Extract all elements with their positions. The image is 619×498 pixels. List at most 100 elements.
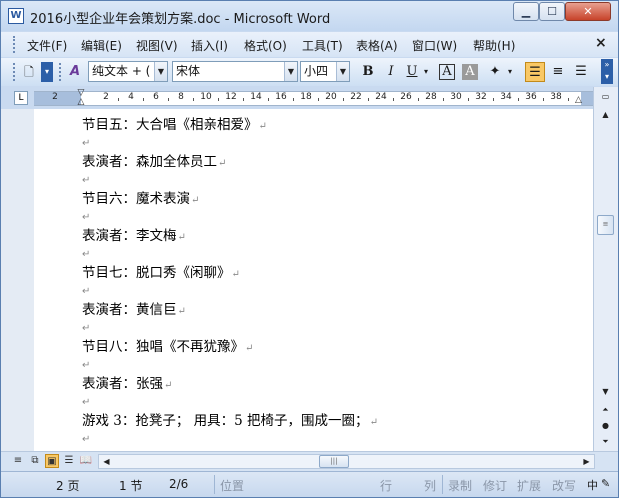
document-paragraph[interactable]: 表演者：黄信巨↵ [82, 301, 186, 321]
chevron-down-icon[interactable]: ▼ [154, 62, 167, 81]
menu-file[interactable]: 文件(F) [27, 37, 67, 54]
empty-paragraph-mark: ↵ [82, 434, 91, 445]
document-paragraph[interactable]: 节目七：脱口秀《闲聊》↵ [82, 264, 240, 284]
document-paragraph[interactable]: 节目八：独唱《不再犹豫》↵ [82, 338, 253, 358]
ruler-number: 28 [425, 92, 437, 102]
menu-help[interactable]: 帮助(H) [473, 37, 515, 54]
scroll-down-icon[interactable]: ▼ [597, 384, 614, 400]
paragraph-text: 节目七：脱口秀《闲聊》 [82, 265, 231, 281]
word-app-icon[interactable]: W [8, 8, 24, 24]
ruler-tick [368, 98, 369, 101]
toolbar2-grip-handle[interactable] [59, 63, 62, 81]
menu-format[interactable]: 格式(O) [244, 37, 287, 54]
scroll-up-icon[interactable]: ▲ [597, 107, 614, 123]
align-right-button[interactable]: ☰ [571, 62, 591, 82]
maximize-button[interactable]: ☐ [539, 2, 565, 21]
scroll-right-icon[interactable]: ▶ [579, 455, 594, 468]
ruler-tick [268, 98, 269, 101]
text-effects-icon[interactable]: ✦ [485, 62, 505, 82]
select-browse-object-icon[interactable]: ● [597, 418, 614, 434]
document-area: 节目五：大合唱《相亲相爱》↵ ↵ 表演者：森加全体员工↵ ↵ 节目六：魔术表演↵ ↵ 表演者… [1, 109, 593, 451]
toolbar-grip-handle[interactable] [13, 63, 16, 81]
ruler-tick [543, 98, 544, 101]
print-layout-view-icon[interactable]: ▣ [45, 454, 59, 468]
spelling-status-icon[interactable]: ✎ [601, 477, 610, 490]
chevron-down-icon[interactable]: ▼ [336, 62, 349, 81]
font-combo[interactable]: 宋体 ▼ [172, 61, 298, 82]
horizontal-scroll-thumb[interactable]: ||| [319, 455, 349, 468]
paragraph-text: 节目六：魔术表演 [82, 191, 190, 207]
style-combo[interactable]: 纯文本 + ( ▼ [88, 61, 168, 82]
paragraph-text: 节目八：独唱《不再犹豫》 [82, 339, 244, 355]
ruler-tick [443, 98, 444, 101]
minimize-button[interactable]: ▁ [513, 2, 539, 21]
menu-view[interactable]: 视图(V) [136, 37, 178, 54]
vertical-scrollbar[interactable]: ▭ ▲ ≡ ▼ ⏶ ● ⏷ [593, 87, 618, 451]
text-effects-options-icon[interactable]: ▾ [504, 62, 516, 82]
document-paragraph[interactable]: 节目五：大合唱《相亲相爱》↵ [82, 116, 267, 136]
previous-page-icon[interactable]: ⏶ [597, 402, 614, 418]
title-bar[interactable]: W 2016小型企业年会策划方案.doc - Microsoft Word ▁ … [1, 1, 618, 31]
ruler-number: 32 [475, 92, 487, 102]
document-paragraph[interactable]: 表演者：李文梅↵ [82, 227, 186, 247]
document-paragraph[interactable]: 表演者：张强↵ [82, 375, 172, 395]
align-center-button[interactable]: ≡ [548, 62, 568, 82]
ruler-number: 2 [103, 92, 109, 102]
normal-view-icon[interactable]: ≡ [11, 454, 25, 468]
web-view-icon[interactable]: ⧉ [28, 454, 42, 468]
menu-edit[interactable]: 编辑(E) [81, 37, 122, 54]
ruler-tick [393, 98, 394, 101]
scroll-left-icon[interactable]: ◀ [99, 455, 114, 468]
ruler-tick [343, 98, 344, 101]
font-size-combo[interactable]: 小四 ▼ [300, 61, 350, 82]
empty-paragraph-mark: ↵ [82, 286, 91, 297]
underline-options-icon[interactable]: ▾ [420, 62, 432, 82]
menu-grip-handle[interactable] [13, 36, 16, 53]
italic-button[interactable]: I [381, 62, 401, 82]
document-close-icon[interactable]: × [595, 35, 607, 51]
ruler-tick [493, 98, 494, 101]
ruler-tick [568, 98, 569, 101]
outline-view-icon[interactable]: ☰ [62, 454, 76, 468]
underline-button[interactable]: U [402, 62, 422, 82]
new-document-icon[interactable]: 🗋 [19, 62, 39, 82]
ruler-number: 12 [225, 92, 237, 102]
menu-table[interactable]: 表格(A) [356, 37, 398, 54]
character-border-button[interactable]: A [439, 64, 455, 80]
paragraph-mark: ↵ [231, 269, 240, 280]
horizontal-scrollbar[interactable]: ◀ ||| ▶ [98, 454, 595, 469]
next-page-icon[interactable]: ⏷ [597, 434, 614, 450]
paragraph-text: 游戏 3：抢凳子； 用具：5 把椅子，围成一圈； [82, 413, 369, 429]
document-paragraph[interactable]: 节目六：魔术表演↵ [82, 190, 199, 210]
menu-window[interactable]: 窗口(W) [412, 37, 457, 54]
status-record[interactable]: 录制 [448, 477, 472, 494]
document-paragraph[interactable]: 游戏 3：抢凳子； 用具：5 把椅子，围成一圈；↵ [82, 412, 378, 432]
menu-tools[interactable]: 工具(T) [302, 37, 343, 54]
status-revise[interactable]: 修订 [483, 477, 507, 494]
reading-view-icon[interactable]: 📖 [79, 454, 93, 468]
language-icon[interactable]: 中 [587, 477, 598, 493]
vertical-scroll-thumb[interactable]: ≡ [597, 215, 614, 235]
ruler-number: 38 [550, 92, 562, 102]
align-justify-button[interactable]: ☰ [525, 62, 545, 82]
chevron-down-icon[interactable]: ▼ [284, 62, 297, 81]
toolbar-overflow-icon[interactable]: » ▾ [601, 59, 613, 84]
tab-stop-selector[interactable]: L [14, 91, 28, 105]
document-paragraph[interactable]: 表演者：森加全体员工↵ [82, 153, 226, 173]
ruler-toggle-icon[interactable]: ▭ [597, 89, 614, 105]
status-overwrite[interactable]: 改写 [552, 477, 576, 494]
styles-pane-icon[interactable]: A [65, 62, 85, 82]
close-button[interactable]: ✕ [565, 2, 611, 21]
status-extend[interactable]: 扩展 [517, 477, 541, 494]
paragraph-mark: ↵ [177, 232, 186, 243]
bold-button[interactable]: B [358, 62, 378, 82]
paragraph-mark: ↵ [218, 158, 227, 169]
document-page[interactable]: 节目五：大合唱《相亲相爱》↵ ↵ 表演者：森加全体员工↵ ↵ 节目六：魔术表演↵ ↵ 表演者… [34, 109, 593, 451]
character-shading-button[interactable]: A [462, 64, 478, 80]
ruler-tick [418, 98, 419, 101]
right-indent-handle[interactable]: △ [575, 95, 585, 105]
horizontal-ruler[interactable]: ▽ △ △ 2 2 4 6 8 10 12 14 16 18 20 22 24 26 28 30 32 34 36 38 [34, 89, 593, 108]
menu-insert[interactable]: 插入(I) [191, 37, 228, 54]
first-line-indent-handle[interactable]: ▽ △ [76, 89, 86, 108]
toolbar-options-icon[interactable]: ▾ [41, 62, 53, 82]
